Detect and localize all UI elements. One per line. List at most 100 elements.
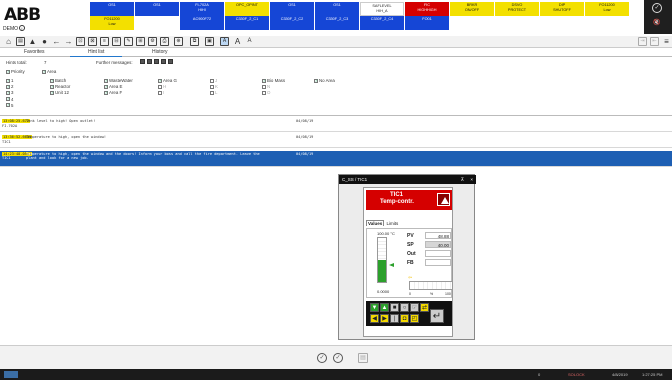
info-circle-icon[interactable]: ●: [40, 37, 49, 46]
checkbox[interactable]: [158, 84, 162, 89]
filter-option[interactable]: L: [210, 90, 217, 95]
checkbox[interactable]: [6, 90, 10, 95]
acknowledge-icon[interactable]: ✓: [317, 353, 327, 363]
filter-option[interactable]: 3: [6, 90, 13, 95]
alarm-band-cell[interactable]: OS1: [135, 2, 179, 16]
filter-option[interactable]: K: [210, 84, 218, 89]
checkbox[interactable]: [158, 78, 162, 83]
alarm-triangle-icon[interactable]: ▲: [28, 37, 37, 46]
window-icon[interactable]: ▣: [205, 37, 214, 46]
alarm-band-cell[interactable]: DIP SHUTOFF: [540, 2, 584, 16]
tab-hint-list[interactable]: Hint list: [70, 49, 123, 57]
report-icon[interactable]: ⊞: [136, 37, 145, 46]
zoom-icon[interactable]: ⊕: [174, 37, 183, 46]
font-large-icon[interactable]: A: [220, 37, 229, 46]
alarm-band-cell[interactable]: FO11200 Low: [585, 2, 629, 16]
faceplate-titlebar[interactable]: C_SS / TIC1 ⊼ ×: [339, 175, 476, 184]
abb-logo[interactable]: ABB DEMO i: [2, 2, 44, 32]
filter-option[interactable]: 5: [6, 102, 13, 108]
edit-icon[interactable]: ✎: [124, 37, 133, 46]
checkbox[interactable]: [50, 90, 54, 95]
tab-limits[interactable]: Limits: [386, 221, 400, 226]
decrease-button[interactable]: ▼: [370, 303, 379, 312]
filter-option[interactable]: Area E: [104, 84, 122, 89]
list-icon[interactable]: ≡: [100, 37, 109, 46]
faceplate-window[interactable]: C_SS / TIC1 ⊼ × TIC1 Temp-contr. Values …: [338, 174, 476, 340]
checkbox[interactable]: [6, 102, 10, 108]
auto-button[interactable]: ○: [400, 303, 409, 312]
checkbox[interactable]: [314, 78, 318, 83]
checkbox[interactable]: [210, 84, 214, 89]
overview-icon[interactable]: ▤: [16, 37, 25, 46]
pause-button[interactable]: |: [390, 314, 399, 323]
back-arrow-icon[interactable]: ←: [52, 37, 61, 46]
checkbox[interactable]: [262, 90, 266, 95]
checkbox[interactable]: [262, 84, 266, 89]
filter-option[interactable]: Area G: [158, 78, 177, 83]
alarm-band-cell[interactable]: SAFLEVEL HIH_A: [360, 2, 404, 16]
checkbox[interactable]: [6, 69, 10, 74]
filter-btn-2[interactable]: [147, 59, 152, 64]
alarm-warning-icon[interactable]: [437, 193, 450, 206]
checkbox[interactable]: [104, 90, 108, 95]
filter-option[interactable]: 2: [6, 84, 13, 89]
filter-btn-4[interactable]: [161, 59, 166, 64]
filter-option[interactable]: WasteWater: [104, 78, 133, 83]
cascade-button[interactable]: ⇄: [420, 303, 429, 312]
list-item[interactable]: 13:36:52.6631 Temperature to high, open …: [0, 134, 672, 148]
chart-icon[interactable]: ⊟: [112, 37, 121, 46]
layout-icon[interactable]: ⧉: [190, 37, 199, 46]
sp-value[interactable]: 40.00: [425, 241, 451, 248]
trend-icon[interactable]: ⊠: [88, 37, 97, 46]
alarm-band-cell[interactable]: FI-702A HIHI: [180, 2, 224, 16]
filter-option[interactable]: Area F: [104, 90, 122, 95]
tab-favorites[interactable]: Favorites: [24, 49, 45, 55]
filter-btn-1[interactable]: [140, 59, 145, 64]
alarm-band-cell[interactable]: BRKR ON/OFF: [450, 2, 494, 16]
alarm-band-cell[interactable]: OPC_OPINT: [225, 2, 269, 16]
list-item[interactable]: 13:08:25.677 Tank level to high! Open ou…: [0, 118, 672, 132]
filter-btn-5[interactable]: [168, 59, 173, 64]
checkbox[interactable]: [104, 78, 108, 83]
return-icon[interactable]: ↵: [430, 309, 444, 323]
pin-icon[interactable]: ⊼: [461, 175, 464, 184]
alarm-band-cell[interactable]: FO11200 Low: [90, 16, 134, 30]
checkbox[interactable]: [262, 78, 266, 83]
audio-icon[interactable]: 🔇: [653, 19, 660, 26]
alarm-band-cell[interactable]: OS1: [270, 2, 314, 16]
tab-history[interactable]: History: [152, 49, 168, 55]
checkbox[interactable]: [6, 78, 10, 83]
filter-option[interactable]: Bio Mass: [262, 78, 285, 83]
list-item-selected[interactable]: 14:23:48.0551 Temperature to high, open …: [0, 151, 672, 167]
filter-option[interactable]: N: [262, 84, 270, 89]
font-small-icon[interactable]: A: [245, 37, 254, 46]
alarm-band-cell[interactable]: C330F_2_C1: [225, 16, 269, 30]
manual-button[interactable]: ☞: [410, 303, 419, 312]
alarm-band-cell[interactable]: AC900F72: [180, 16, 224, 30]
checkbox[interactable]: [50, 78, 54, 83]
area-checkbox[interactable]: Area: [42, 69, 56, 74]
filter-option[interactable]: Reactor: [50, 84, 70, 89]
checkbox[interactable]: [210, 90, 214, 95]
home-icon[interactable]: ⌂: [4, 37, 13, 46]
filter-option[interactable]: H: [158, 84, 166, 89]
increase-button[interactable]: ▲: [380, 303, 389, 312]
enter-button[interactable]: ◘: [400, 314, 409, 323]
alarm-band-cell[interactable]: OS1: [90, 2, 134, 16]
alarm-band-cell[interactable]: FO01: [405, 16, 449, 30]
filter-option[interactable]: 4: [6, 96, 13, 102]
export-icon[interactable]: ⇥: [638, 37, 647, 46]
filter-option[interactable]: I: [158, 90, 164, 95]
display-icon[interactable]: ⊡: [76, 37, 85, 46]
no-area-checkbox[interactable]: No Area: [314, 78, 335, 83]
filter-option[interactable]: J: [210, 78, 217, 83]
print-icon[interactable]: ⎙: [160, 37, 169, 46]
alarm-band-cell[interactable]: FIC HIGHHIGH: [405, 2, 449, 16]
toggle-button[interactable]: ◰: [410, 314, 419, 323]
checkbox[interactable]: [158, 90, 162, 95]
filter-option[interactable]: O: [262, 90, 270, 95]
alarm-band-cell[interactable]: C330F_2_C3: [315, 16, 359, 30]
silence-icon[interactable]: ▤: [358, 353, 368, 363]
priority-checkbox[interactable]: Priority: [6, 69, 25, 74]
close-icon[interactable]: ×: [470, 175, 473, 184]
